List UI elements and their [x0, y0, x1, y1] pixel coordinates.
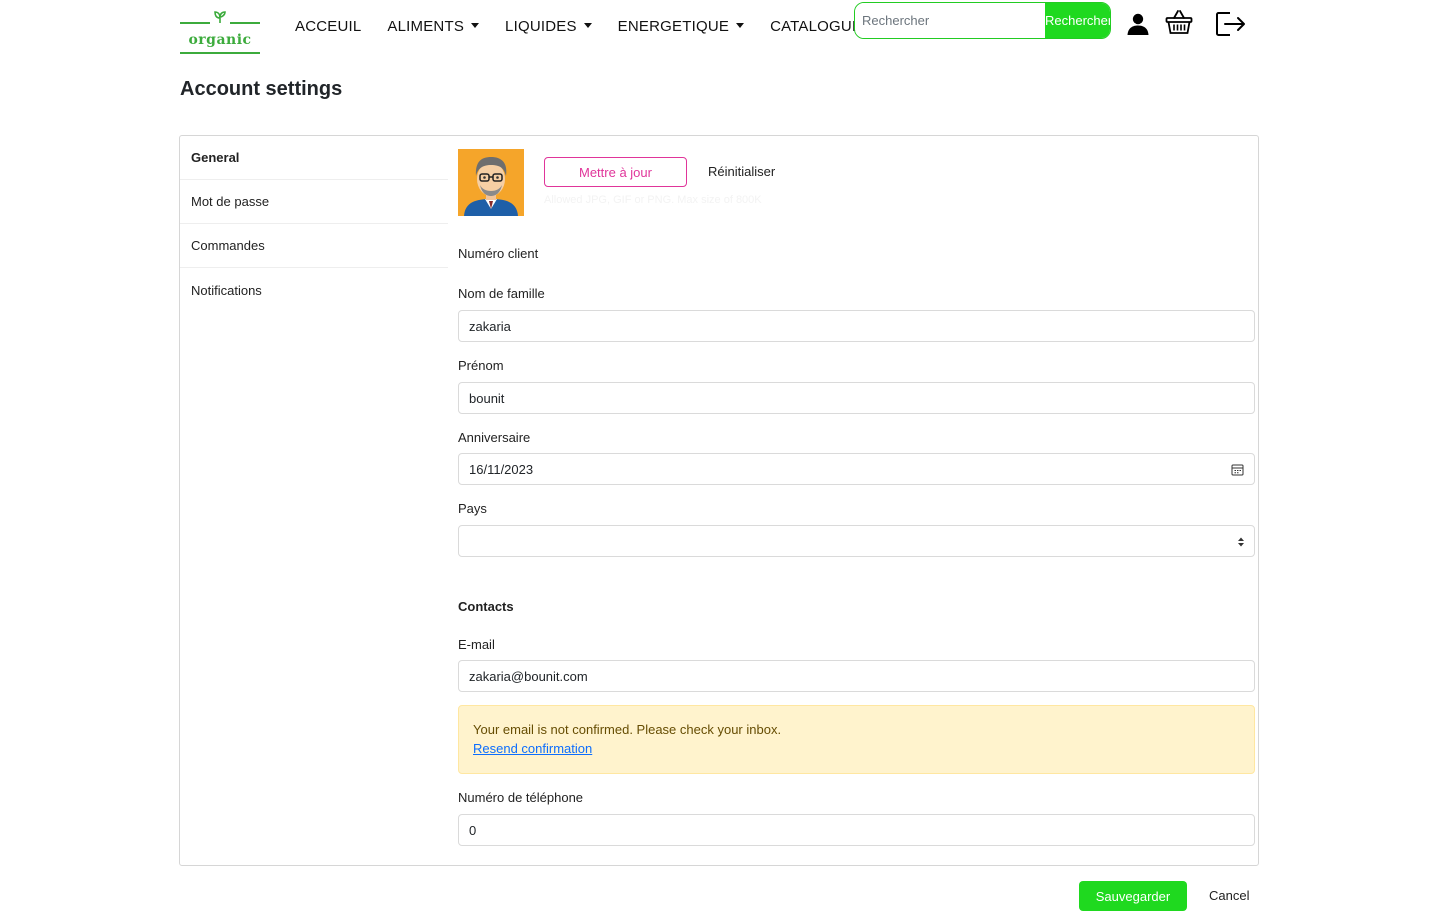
first-name-field[interactable] [458, 382, 1255, 414]
email-unconfirmed-alert: Your email is not confirmed. Please chec… [458, 705, 1255, 774]
page-title: Account settings [180, 78, 343, 100]
sidebar-item-notifications[interactable]: Notifications [180, 268, 448, 312]
email-label: E-mail [458, 637, 495, 652]
sidebar-item-password[interactable]: Mot de passe [180, 180, 448, 224]
client-number-label: Numéro client [458, 246, 539, 261]
calendar-icon[interactable] [1231, 463, 1244, 476]
logo-line-left [180, 22, 210, 24]
phone-field[interactable] [458, 814, 1255, 846]
select-arrows-icon [1238, 537, 1244, 547]
avatar-hint: Allowed JPG, GIF or PNG. Max size of 800… [544, 194, 762, 206]
birthday-value: 16/11/2023 [469, 461, 534, 477]
logout-icon[interactable] [1215, 11, 1247, 37]
reset-avatar-button[interactable]: Réinitialiser [708, 164, 775, 179]
user-icon[interactable] [1126, 12, 1150, 36]
caret-down-icon [471, 23, 480, 28]
sidebar-item-label: Commandes [191, 238, 265, 253]
nav-label: ACCEUIL [295, 18, 362, 35]
caret-down-icon [583, 23, 592, 28]
nav-label: ENERGETIQUE [617, 18, 730, 35]
brand-logo[interactable]: organic [180, 8, 260, 58]
alert-text: Your email is not confirmed. Please chec… [473, 722, 782, 737]
nav-item-energetique[interactable]: ENERGETIQUE [617, 18, 745, 35]
nav-label: ALIMENTS [387, 18, 465, 35]
email-field[interactable] [458, 660, 1255, 692]
top-navbar: organic ACCEUIL ALIMENTS LIQUIDES ENERGE… [0, 0, 1438, 60]
sidebar-item-general[interactable]: General [180, 136, 448, 180]
resend-confirmation-link[interactable]: Resend confirmation [473, 741, 1240, 756]
nav-label: LIQUIDES [505, 18, 577, 35]
update-avatar-button[interactable]: Mettre à jour [544, 157, 687, 187]
cancel-button[interactable]: Cancel [1209, 888, 1249, 903]
phone-label: Numéro de téléphone [458, 790, 584, 805]
nav-item-liquides[interactable]: LIQUIDES [505, 18, 592, 35]
leaf-icon [214, 11, 226, 23]
country-select[interactable] [458, 525, 1255, 557]
sidebar-item-orders[interactable]: Commandes [180, 224, 448, 268]
basket-icon[interactable] [1165, 9, 1193, 35]
avatar [458, 149, 524, 216]
nav-item-aliments[interactable]: ALIMENTS [387, 18, 480, 35]
sidebar-item-label: Notifications [191, 282, 262, 298]
search-form: Rechercher [854, 2, 1111, 39]
nav-item-acceuil[interactable]: ACCEUIL [295, 18, 361, 35]
birthday-label: Anniversaire [458, 430, 531, 445]
last-name-label: Nom de famille [458, 286, 545, 301]
sidebar-item-label: Mot de passe [191, 194, 270, 209]
logo-underline [180, 52, 260, 54]
first-name-label: Prénom [458, 358, 504, 373]
contacts-heading: Contacts [458, 599, 514, 614]
save-button[interactable]: Sauvegarder [1079, 881, 1187, 911]
birthday-date-field[interactable]: 16/11/2023 [458, 453, 1255, 485]
nav-item-catalogue[interactable]: CATALOGUE [770, 18, 862, 35]
main-nav: ACCEUIL ALIMENTS LIQUIDES ENERGETIQUE CA… [295, 18, 888, 35]
caret-down-icon [736, 23, 745, 28]
search-button[interactable]: Rechercher [1045, 3, 1110, 38]
sidebar-item-label: General [191, 150, 240, 165]
nav-label: CATALOGUE [770, 18, 863, 35]
avatar-icon [458, 149, 524, 216]
settings-sidebar: General Mot de passe Commandes Notificat… [180, 136, 448, 312]
logo-text: organic [188, 32, 252, 48]
settings-card: General Mot de passe Commandes Notificat… [179, 135, 1259, 866]
country-label: Pays [458, 501, 487, 516]
logo-line-right [230, 22, 260, 24]
last-name-field[interactable] [458, 310, 1255, 342]
search-input[interactable] [855, 3, 1045, 38]
